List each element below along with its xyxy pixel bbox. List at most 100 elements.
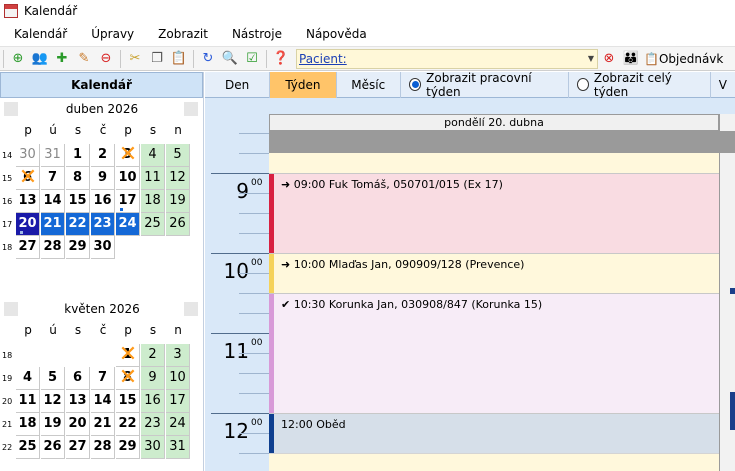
calendar-day[interactable]: 5	[41, 367, 65, 390]
calendar-day[interactable]: 11	[16, 390, 40, 413]
calendar-day[interactable]: 21	[91, 413, 115, 436]
empty-slot-early[interactable]	[269, 153, 719, 173]
add-item-icon[interactable]: ✚	[51, 48, 73, 70]
cut-icon[interactable]: ✂	[124, 48, 146, 70]
calendar-day[interactable]: 16	[141, 390, 165, 413]
appointment[interactable]: ✔ 10:30 Korunka Jan, 030908/847 (Korunka…	[269, 293, 719, 413]
help-icon[interactable]: ❓	[270, 48, 292, 70]
refresh-icon[interactable]: ↻	[197, 48, 219, 70]
menu-kalendar[interactable]: Kalendář	[0, 27, 77, 41]
menu-zobrazit[interactable]: Zobrazit	[144, 27, 218, 41]
calendar-day[interactable]: 19	[166, 190, 190, 213]
calendar-day[interactable]: 6	[66, 367, 90, 390]
calendar-day[interactable]: 26	[41, 436, 65, 459]
calendar-day[interactable]: 14	[91, 390, 115, 413]
patient-input[interactable]	[346, 50, 585, 67]
calendar-day[interactable]: 13	[66, 390, 90, 413]
next-month-button[interactable]	[184, 102, 198, 116]
calendar-day[interactable]: 3 ✕	[116, 144, 140, 167]
appointment[interactable]: ➜ 10:00 Mlaďas Jan, 090909/128 (Prevence…	[269, 253, 719, 293]
appointment[interactable]: 12:00 Oběd	[269, 413, 719, 453]
radio-work-week-dot[interactable]	[408, 78, 422, 91]
calendar-day[interactable]: 23	[91, 213, 115, 236]
paste-icon[interactable]: 📋	[168, 48, 190, 70]
edit-pencil-icon[interactable]: ✎	[73, 48, 95, 70]
calendar-day[interactable]: 5	[166, 144, 190, 167]
tab-den[interactable]: Den	[205, 71, 271, 98]
appointment[interactable]: ➜ 09:00 Fuk Tomáš, 050701/015 (Ex 17)	[269, 173, 719, 253]
orders-button[interactable]: 📋 Objednávk	[644, 52, 723, 66]
calendar-day[interactable]: 16	[91, 190, 115, 213]
users-icon[interactable]: 👪	[620, 48, 642, 70]
calendar-day[interactable]: 30	[141, 436, 165, 459]
calendar-day[interactable]: 20	[16, 213, 40, 236]
calendar-day[interactable]: 29	[116, 436, 140, 459]
radio-full-week[interactable]: Zobrazit celý týden	[569, 71, 711, 99]
add-green-icon[interactable]: ⊕	[7, 48, 29, 70]
calendar-day[interactable]: 29	[66, 236, 90, 259]
calendar-day[interactable]: 2	[91, 144, 115, 167]
calendar-day[interactable]: 15	[116, 390, 140, 413]
calendar-day[interactable]: 10	[116, 167, 140, 190]
clear-patient-icon[interactable]: ⊗	[598, 48, 620, 70]
calendar-day[interactable]: 27	[66, 436, 90, 459]
calendar-day[interactable]: 22	[116, 413, 140, 436]
calendar-day[interactable]: 12	[41, 390, 65, 413]
calendar-day[interactable]: 24	[116, 213, 140, 236]
calendar-day[interactable]: 1 ✕	[116, 344, 140, 367]
search-icon[interactable]: 🔍	[219, 48, 241, 70]
empty-slot[interactable]	[269, 453, 719, 471]
calendar-day[interactable]: 13	[16, 190, 40, 213]
next-month-button[interactable]	[184, 302, 198, 316]
menu-napoveda[interactable]: Nápověda	[292, 27, 377, 41]
radio-work-week[interactable]: Zobrazit pracovní týden	[401, 71, 569, 99]
calendar-day[interactable]: 3	[166, 344, 190, 367]
calendar-day[interactable]: 9	[141, 367, 165, 390]
prev-month-button[interactable]	[4, 302, 18, 316]
calendar-day[interactable]: 4	[141, 144, 165, 167]
calendar-day[interactable]: 14	[41, 190, 65, 213]
add-user-icon[interactable]: 👥	[29, 48, 51, 70]
calendar-day[interactable]: 2	[141, 344, 165, 367]
calendar-day[interactable]: 4	[16, 367, 40, 390]
calendar-day[interactable]: 23	[141, 413, 165, 436]
calendar-day[interactable]: 1	[66, 144, 90, 167]
calendar-day[interactable]: 28	[91, 436, 115, 459]
copy-icon[interactable]: ❐	[146, 48, 168, 70]
tab-mesic[interactable]: Měsíc	[337, 71, 401, 98]
calendar-day[interactable]: 9	[91, 167, 115, 190]
calendar-day[interactable]: 7	[41, 167, 65, 190]
prev-month-button[interactable]	[4, 102, 18, 116]
calendar-day[interactable]: 11	[141, 167, 165, 190]
radio-full-week-dot[interactable]	[576, 78, 589, 91]
menu-nastroje[interactable]: Nástroje	[218, 27, 292, 41]
patient-label[interactable]: Pacient:	[297, 52, 347, 66]
calendar-day[interactable]: 25	[141, 213, 165, 236]
more-view-option[interactable]: V	[711, 72, 735, 98]
calendar-day[interactable]: 17	[166, 390, 190, 413]
calendar-day[interactable]: 30	[91, 236, 115, 259]
calendar-day[interactable]: 12	[166, 167, 190, 190]
calendar-day[interactable]: 30	[16, 144, 40, 167]
check-grid-icon[interactable]: ☑	[241, 48, 263, 70]
calendar-day[interactable]: 20	[66, 413, 90, 436]
calendar-day[interactable]: 22	[66, 213, 90, 236]
calendar-day[interactable]: 8	[66, 167, 90, 190]
calendar-day[interactable]: 19	[41, 413, 65, 436]
calendar-day[interactable]: 24	[166, 413, 190, 436]
calendar-day[interactable]: 18	[16, 413, 40, 436]
calendar-day[interactable]: 7	[91, 367, 115, 390]
calendar-day[interactable]: 26	[166, 213, 190, 236]
menu-upravy[interactable]: Úpravy	[77, 27, 144, 41]
calendar-day[interactable]: 10	[166, 367, 190, 390]
tab-tyden[interactable]: Týden	[270, 71, 337, 98]
calendar-day[interactable]: 31	[166, 436, 190, 459]
calendar-day[interactable]: 21	[41, 213, 65, 236]
calendar-day[interactable]: 31	[41, 144, 65, 167]
calendar-day[interactable]: 28	[41, 236, 65, 259]
calendar-day[interactable]: 27	[16, 236, 40, 259]
delete-icon[interactable]: ⊖	[95, 48, 117, 70]
calendar-day[interactable]: 6 ✕	[16, 167, 40, 190]
calendar-day[interactable]: 25	[16, 436, 40, 459]
calendar-day[interactable]: 18	[141, 190, 165, 213]
